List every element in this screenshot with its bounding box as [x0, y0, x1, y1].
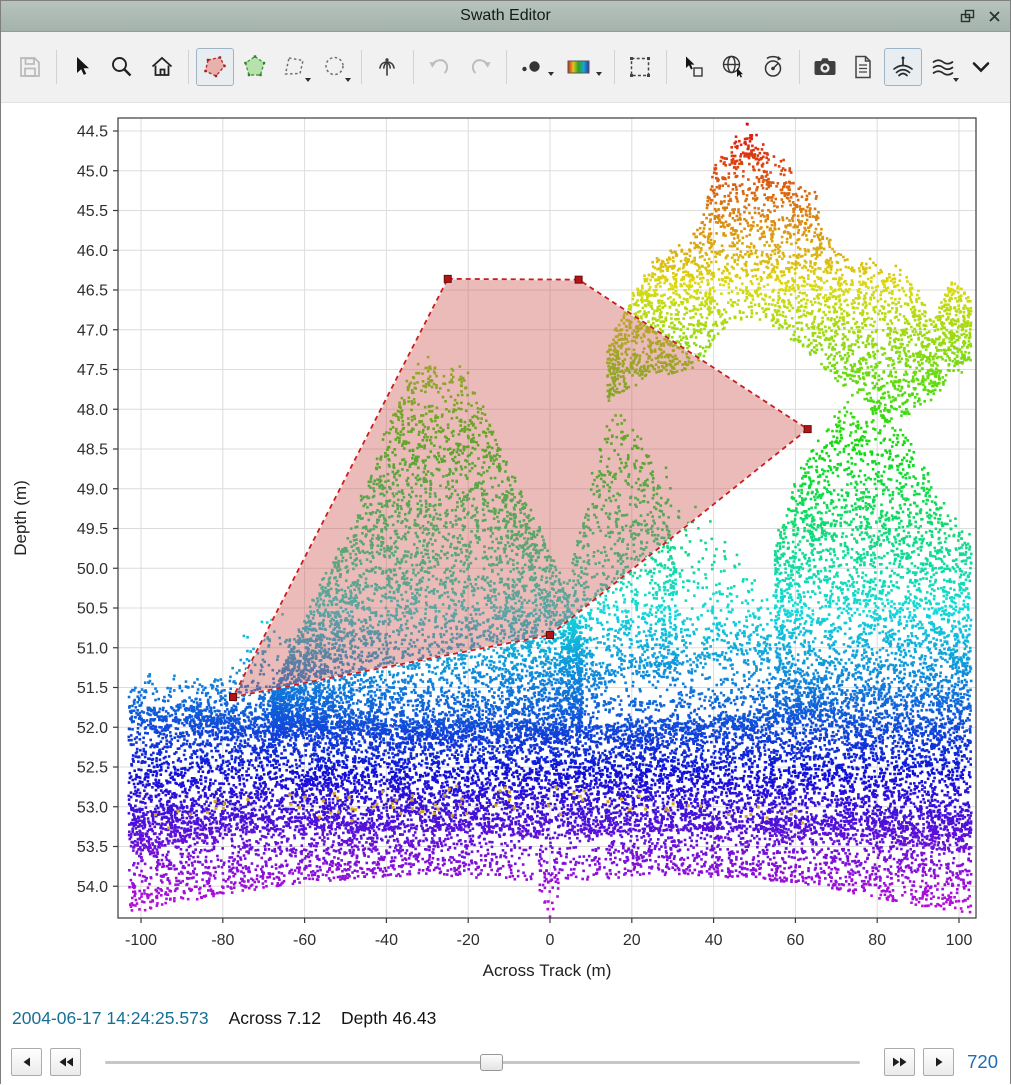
- point-size-icon: [517, 53, 545, 81]
- pick-point-button[interactable]: [674, 48, 712, 86]
- undock-icon: [959, 8, 976, 25]
- multi-swath-view-button[interactable]: [924, 48, 962, 86]
- info-page-button[interactable]: [844, 48, 882, 86]
- fast-forward-icon: [892, 1056, 908, 1068]
- polygon-reject-button[interactable]: [196, 48, 234, 86]
- dashed-polygon-icon: [281, 53, 309, 81]
- ping-slider[interactable]: [105, 1051, 860, 1073]
- home-view-button[interactable]: [143, 48, 181, 86]
- red-polygon-icon: [201, 53, 229, 81]
- chevron-down-icon: [953, 78, 959, 82]
- geo-pick-button[interactable]: [714, 48, 752, 86]
- polygon-accept-button[interactable]: [236, 48, 274, 86]
- cursor-across-readout: Across 7.12: [229, 1008, 321, 1029]
- more-tools-button[interactable]: [962, 48, 1000, 86]
- redo-icon: [466, 53, 494, 81]
- rotate-view-button[interactable]: [754, 48, 792, 86]
- pick-cursor-icon: [679, 53, 707, 81]
- point-size-button[interactable]: [513, 48, 559, 86]
- dashed-circle-icon: [321, 53, 349, 81]
- save-button[interactable]: [11, 48, 49, 86]
- rotate-compass-icon: [759, 53, 787, 81]
- fast-back-icon: [58, 1056, 74, 1068]
- status-bar: 2004-06-17 14:24:25.573 Across 7.12 Dept…: [1, 998, 1010, 1038]
- single-swath-icon: [889, 53, 917, 81]
- cursor-depth-readout: Depth 46.43: [341, 1008, 436, 1029]
- home-icon: [148, 53, 176, 81]
- close-window-button[interactable]: [984, 6, 1004, 26]
- ping-count: 720: [962, 1051, 1000, 1073]
- float-window-button[interactable]: [957, 6, 977, 26]
- cursor-icon: [68, 53, 96, 81]
- chevron-down-icon: [345, 78, 351, 82]
- globe-icon: [719, 53, 747, 81]
- fast-rewind-button[interactable]: [50, 1048, 81, 1076]
- swath-plot-panel: [1, 103, 1010, 998]
- document-icon: [849, 53, 877, 81]
- title-bar: Swath Editor: [1, 1, 1010, 32]
- step-forward-icon: [933, 1056, 945, 1068]
- slider-handle[interactable]: [480, 1054, 503, 1071]
- fast-forward-button[interactable]: [884, 1048, 915, 1076]
- zoom-button[interactable]: [103, 48, 141, 86]
- undo-icon: [426, 53, 454, 81]
- prev-ping-button[interactable]: [11, 1048, 42, 1076]
- chevron-down-icon: [548, 72, 554, 76]
- toolbar: [1, 32, 1010, 103]
- beam-flag-button[interactable]: [368, 48, 406, 86]
- polygon-lasso-button[interactable]: [276, 48, 314, 86]
- colormap-icon: [565, 53, 593, 81]
- green-polygon-icon: [241, 53, 269, 81]
- select-cursor-button[interactable]: [63, 48, 101, 86]
- camera-icon: [811, 53, 839, 81]
- zoom-window-button[interactable]: [621, 48, 659, 86]
- ping-timestamp: 2004-06-17 14:24:25.573: [12, 1008, 209, 1029]
- magnifier-icon: [108, 53, 136, 81]
- swath-canvas[interactable]: [1, 103, 1010, 998]
- next-ping-button[interactable]: [923, 1048, 954, 1076]
- single-swath-view-button[interactable]: [884, 48, 922, 86]
- circle-select-button[interactable]: [316, 48, 354, 86]
- beam-fan-icon: [373, 53, 401, 81]
- swath-stack-icon: [929, 53, 957, 81]
- close-icon: [987, 9, 1002, 24]
- window-title: Swath Editor: [1, 7, 1010, 25]
- transport-bar: 720: [1, 1038, 1010, 1085]
- dashed-rect-icon: [626, 53, 654, 81]
- chevron-down-icon: [967, 53, 995, 81]
- undo-button[interactable]: [421, 48, 459, 86]
- color-scale-button[interactable]: [561, 48, 607, 86]
- chevron-down-icon: [305, 78, 311, 82]
- redo-button[interactable]: [461, 48, 499, 86]
- chevron-down-icon: [596, 72, 602, 76]
- floppy-icon: [16, 53, 44, 81]
- step-back-icon: [21, 1056, 33, 1068]
- snapshot-button[interactable]: [806, 48, 844, 86]
